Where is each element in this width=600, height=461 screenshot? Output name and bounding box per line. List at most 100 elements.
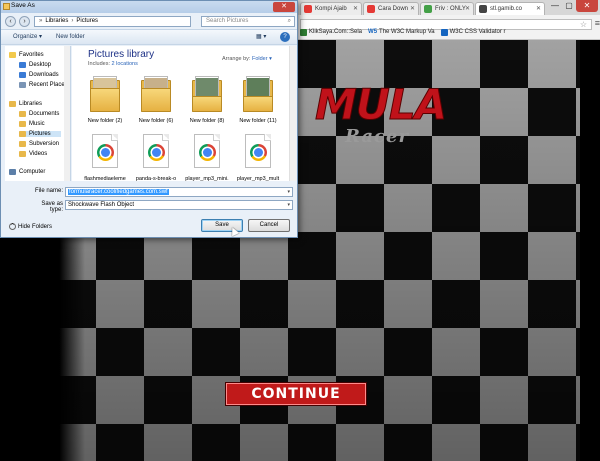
- nav-item-label: Videos: [29, 151, 48, 157]
- nav-item-label: Music: [29, 121, 45, 127]
- file-item[interactable]: panda-s-break-o: [133, 130, 179, 182]
- minimize-button[interactable]: —: [548, 0, 562, 12]
- chrome-document-icon: [245, 134, 271, 168]
- file-label: panda-s-break-o: [135, 176, 177, 182]
- hide-folders-toggle[interactable]: ^ Hide Folders: [9, 223, 52, 230]
- bookmark-label: KlikSaya.Com::Sela: [309, 29, 363, 35]
- file-item[interactable]: player_mp3_mini.: [184, 130, 230, 182]
- nav-item-computer[interactable]: Computer: [9, 169, 45, 175]
- nav-item-recent-places[interactable]: Recent Places: [19, 82, 68, 88]
- dialog-close-button[interactable]: ✕: [273, 2, 295, 12]
- file-name-row: File name: formularacer.coolifiedgames.c…: [1, 187, 297, 197]
- view-options-button[interactable]: ▦ ▾: [256, 30, 266, 44]
- save-as-type-select[interactable]: Shockwave Flash Object ▾: [65, 200, 293, 210]
- nav-item-desktop[interactable]: Desktop: [19, 62, 51, 68]
- file-item[interactable]: player_mp3_mult: [235, 130, 281, 182]
- tab-close-icon[interactable]: ✕: [410, 3, 415, 15]
- nav-item-documents[interactable]: Documents: [19, 111, 59, 117]
- file-label: flashmediaeleme: [84, 176, 126, 182]
- nav-item-music[interactable]: Music: [19, 121, 45, 127]
- browser-tab-active[interactable]: stl.gamib.co ✕: [475, 2, 545, 15]
- folder-item[interactable]: New folder (11): [235, 72, 281, 124]
- tab-favicon: [367, 5, 375, 13]
- tab-close-icon[interactable]: ✕: [465, 3, 470, 15]
- file-label: New folder (6): [138, 118, 174, 124]
- file-label: New folder (2): [87, 118, 123, 124]
- nav-item-pictures[interactable]: Pictures: [19, 131, 61, 137]
- menu-icon[interactable]: ≡: [595, 18, 600, 28]
- breadcrumb-item[interactable]: Libraries: [45, 17, 68, 26]
- nav-item-videos[interactable]: Videos: [19, 151, 47, 157]
- nav-item-label: Downloads: [29, 72, 59, 78]
- nav-item-libraries[interactable]: Libraries: [9, 101, 42, 107]
- logo-title: MULA: [314, 80, 447, 130]
- nav-item-label: Computer: [19, 169, 46, 175]
- continue-button[interactable]: CONTINUE: [226, 383, 366, 405]
- bookmark-star-icon[interactable]: ☆: [580, 20, 587, 30]
- includes-link[interactable]: 2 locations: [112, 61, 138, 67]
- tab-favicon: [479, 5, 487, 13]
- maximize-button[interactable]: ▢: [562, 0, 576, 12]
- chrome-document-icon: [143, 134, 169, 168]
- nav-item-label: Desktop: [29, 62, 52, 68]
- folder-item[interactable]: New folder (6): [133, 72, 179, 124]
- nav-item-favorites[interactable]: Favorites: [9, 52, 44, 58]
- videos-icon: [19, 151, 26, 157]
- new-folder-button[interactable]: New folder: [56, 30, 85, 44]
- browser-tab[interactable]: Friv : ONLY ✕: [420, 2, 474, 15]
- browser-tab[interactable]: Kompi Ajaib ✕: [300, 2, 362, 15]
- tab-label: Kompi Ajaib: [315, 6, 347, 12]
- bookmark-favicon: [440, 29, 448, 36]
- chevron-up-icon: ^: [9, 223, 16, 230]
- save-as-dialog: Save As ✕ ‹ › » Libraries › Pictures Sea…: [0, 0, 298, 238]
- tab-close-icon[interactable]: ✕: [353, 3, 358, 15]
- bookmark-item[interactable]: W3C CSS Validator r: [440, 27, 506, 38]
- back-button[interactable]: ‹: [5, 16, 16, 27]
- bookmark-item[interactable]: KlikSaya.Com::Sela: [300, 27, 362, 38]
- forward-button[interactable]: ›: [19, 16, 30, 27]
- library-title: Pictures library: [88, 49, 155, 60]
- folder-item[interactable]: New folder (8): [184, 72, 230, 124]
- file-label: player_mp3_mini.: [185, 176, 229, 182]
- arrange-dropdown[interactable]: Folder ▾: [252, 56, 272, 62]
- nav-item-downloads[interactable]: Downloads: [19, 72, 59, 78]
- libraries-icon: [9, 101, 16, 107]
- library-includes: Includes: 2 locations: [88, 61, 138, 67]
- tab-favicon: [424, 5, 432, 13]
- chevron-down-icon[interactable]: ▾: [287, 201, 290, 209]
- dialog-nav-bar: ‹ › » Libraries › Pictures Search Pictur…: [1, 13, 297, 29]
- folder-item[interactable]: New folder (2): [82, 72, 128, 124]
- cancel-button[interactable]: Cancel: [248, 219, 290, 232]
- documents-icon: [19, 111, 26, 117]
- logo-subtitle: Racer: [345, 126, 409, 147]
- navigation-pane: Favorites Desktop Downloads Recent Place…: [5, 46, 71, 181]
- content-scrollbar[interactable]: [289, 46, 296, 181]
- nav-item-subversion[interactable]: Subversion: [19, 141, 59, 147]
- tab-label: Cara Down: [378, 6, 409, 12]
- nav-item-label: Libraries: [19, 101, 43, 107]
- browser-tab[interactable]: Cara Down ✕: [363, 2, 419, 15]
- window-close-button[interactable]: ✕: [576, 0, 598, 12]
- file-content-area: Pictures library Includes: 2 locations A…: [72, 46, 296, 182]
- music-icon: [19, 121, 26, 127]
- organize-button[interactable]: Organize ▾: [13, 30, 42, 44]
- bookmark-favicon: [300, 29, 307, 36]
- bookmark-label: The W3C Markup Va: [379, 29, 435, 35]
- file-label: player_mp3_mult: [236, 176, 280, 182]
- downloads-icon: [19, 72, 26, 78]
- search-icon[interactable]: ⌕: [288, 17, 291, 26]
- help-icon[interactable]: ?: [280, 32, 290, 42]
- breadcrumb[interactable]: » Libraries › Pictures: [34, 16, 191, 27]
- dialog-title-bar[interactable]: Save As ✕: [1, 1, 297, 13]
- tab-close-icon[interactable]: ✕: [536, 3, 541, 15]
- file-item[interactable]: flashmediaeleme: [82, 130, 128, 182]
- chevron-down-icon[interactable]: ▾: [287, 188, 290, 196]
- chrome-document-icon: [92, 134, 118, 168]
- breadcrumb-item[interactable]: Pictures: [76, 17, 98, 26]
- search-input[interactable]: Search Pictures ⌕: [201, 16, 295, 27]
- hide-folders-label: Hide Folders: [18, 223, 53, 230]
- search-placeholder: Search Pictures: [206, 18, 249, 24]
- nav-pane-scrollbar[interactable]: [64, 46, 70, 181]
- file-name-input[interactable]: formularacer.coolifiedgames.com.swf ▾: [65, 187, 293, 197]
- bookmark-item[interactable]: W5 The W3C Markup Va: [368, 27, 435, 38]
